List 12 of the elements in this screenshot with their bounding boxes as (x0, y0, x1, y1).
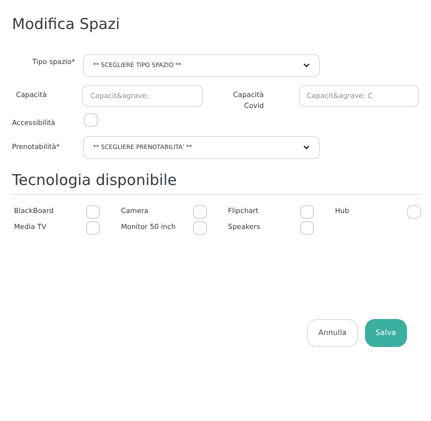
checkbox[interactable] (84, 112, 98, 126)
section-title: Tecnologia disponibile (12, 170, 420, 195)
chevron-down-icon (303, 63, 310, 68)
checkbox[interactable] (86, 221, 100, 235)
checkbox[interactable] (193, 221, 207, 235)
dialog-title: Modifica Spazi (12, 14, 121, 34)
checkbox[interactable] (407, 205, 421, 219)
checkbox[interactable] (193, 205, 207, 219)
checkbox[interactable] (300, 221, 314, 235)
checkbox[interactable] (86, 205, 100, 219)
checkbox[interactable] (300, 205, 314, 219)
chevron-down-icon (303, 145, 310, 150)
